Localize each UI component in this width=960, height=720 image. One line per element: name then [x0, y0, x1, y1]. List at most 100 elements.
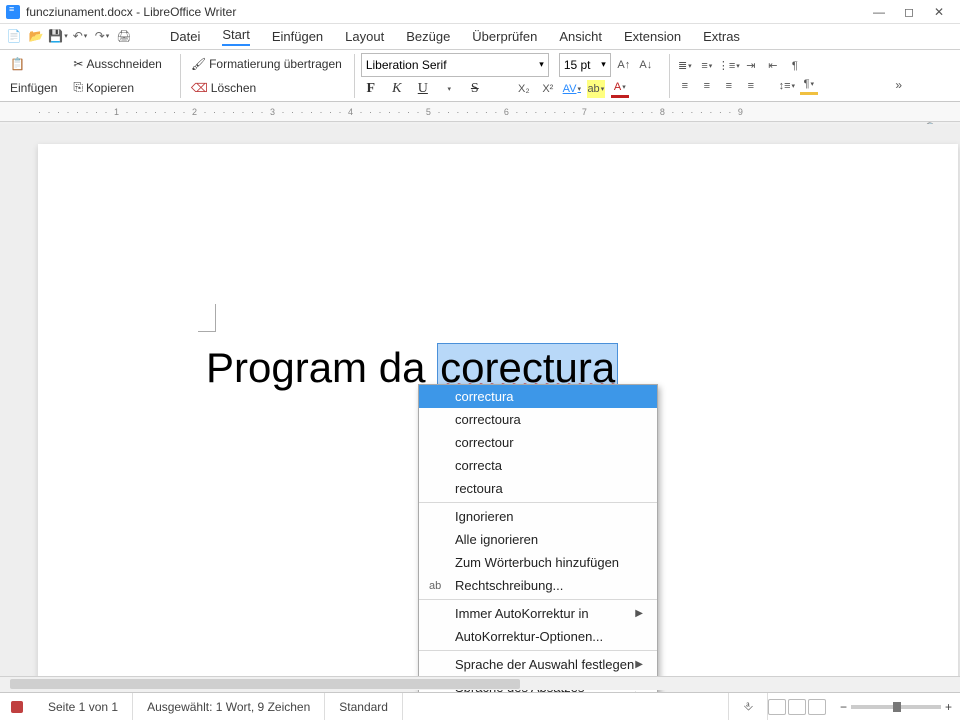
copy-button[interactable]: ⎘ Kopieren: [69, 77, 138, 99]
print-icon[interactable]: 🖨: [114, 27, 134, 45]
spellcheck-icon: ab: [429, 580, 441, 592]
save-icon[interactable]: 💾: [48, 27, 68, 45]
suggestion-item[interactable]: rectoura: [419, 477, 657, 500]
paste-button[interactable]: 📋: [6, 53, 29, 75]
zoom-thumb[interactable]: [893, 702, 901, 712]
zoom-track[interactable]: [851, 705, 941, 709]
menu-bezuege[interactable]: Bezüge: [406, 29, 450, 44]
undo-icon[interactable]: ↶: [70, 27, 90, 45]
paste-icon: 📋: [10, 57, 25, 71]
add-to-dictionary-item[interactable]: Zum Wörterbuch hinzufügen: [419, 551, 657, 574]
zoom-in-icon[interactable]: +: [945, 700, 952, 714]
zoom-out-icon[interactable]: −: [840, 700, 847, 714]
horizontal-ruler[interactable]: · · · · · · · · 1 · · · · · · · 2 · · · …: [0, 102, 960, 122]
line-spacing-button[interactable]: ↕≡: [778, 77, 796, 95]
new-doc-icon[interactable]: 📄: [4, 27, 24, 45]
insert-mode-cell[interactable]: ⎀: [728, 693, 768, 720]
ignore-all-item[interactable]: Alle ignorieren: [419, 528, 657, 551]
view-multi-page-button[interactable]: [788, 699, 806, 715]
title-bar: funcziunament.docx - LibreOffice Writer …: [0, 0, 960, 24]
align-center-button[interactable]: ≡: [698, 77, 716, 95]
italic-button[interactable]: K: [387, 79, 407, 99]
submenu-arrow-icon: ▶: [635, 608, 643, 619]
clone-formatting-label: Formatierung übertragen: [209, 57, 342, 71]
subscript-button[interactable]: X₂: [515, 80, 533, 98]
cut-button[interactable]: ✂ Ausschneiden: [69, 53, 165, 75]
ignore-item[interactable]: Ignorieren: [419, 505, 657, 528]
align-justify-button[interactable]: ≡: [742, 77, 760, 95]
autocorrect-in-item[interactable]: Immer AutoKorrektur in▶: [419, 602, 657, 625]
suggestion-item[interactable]: correctour: [419, 431, 657, 454]
redo-icon[interactable]: ↷: [92, 27, 112, 45]
menu-ansicht[interactable]: Ansicht: [559, 29, 602, 44]
suggestion-item[interactable]: correcta: [419, 454, 657, 477]
copy-label: Kopieren: [86, 81, 134, 95]
view-single-page-button[interactable]: [768, 699, 786, 715]
underline-button[interactable]: U: [413, 79, 433, 99]
clear-formatting-button[interactable]: ⌫ Löschen: [187, 77, 260, 99]
outline-list-button[interactable]: ⋮≡: [720, 57, 738, 75]
menu-extras[interactable]: Extras: [703, 29, 740, 44]
spellcheck-context-menu: correctura correctoura correctour correc…: [418, 384, 658, 715]
font-name-value: Liberation Serif: [366, 58, 447, 72]
horizontal-scrollbar[interactable]: [0, 676, 960, 690]
zoom-slider[interactable]: − +: [840, 700, 952, 714]
toolbar-overflow-icon[interactable]: »: [895, 78, 902, 92]
selection-info-cell: Ausgewählt: 1 Wort, 9 Zeichen: [133, 693, 325, 720]
close-button[interactable]: ✕: [924, 5, 954, 19]
view-book-button[interactable]: [808, 699, 826, 715]
page-style-cell[interactable]: Standard: [325, 693, 403, 720]
superscript-button[interactable]: X²: [539, 80, 557, 98]
grow-font-button[interactable]: A↑: [615, 56, 633, 74]
text-prefix: Program da: [206, 344, 437, 391]
autocorrect-options-item[interactable]: AutoKorrektur-Optionen...: [419, 625, 657, 648]
align-left-button[interactable]: ≡: [676, 77, 694, 95]
align-right-button[interactable]: ≡: [720, 77, 738, 95]
shrink-font-button[interactable]: A↓: [637, 56, 655, 74]
suggestion-item[interactable]: correctura: [419, 385, 657, 408]
clone-formatting-button[interactable]: 🖌 Formatierung übertragen: [187, 53, 346, 75]
font-size-select[interactable]: 15 pt ▾: [559, 53, 611, 77]
document-icon: [6, 5, 20, 19]
menu-start[interactable]: Start: [222, 27, 249, 46]
increase-indent-button[interactable]: ⇥: [742, 57, 760, 75]
menu-ueberpruefen[interactable]: Überprüfen: [472, 29, 537, 44]
decrease-indent-button[interactable]: ⇤: [764, 57, 782, 75]
modified-icon[interactable]: [10, 700, 24, 714]
char-format-button[interactable]: AV: [563, 80, 581, 98]
menu-bar: Datei Start Einfügen Layout Bezüge Überp…: [0, 24, 960, 50]
open-icon[interactable]: 📂: [26, 27, 46, 45]
font-color-button[interactable]: A: [611, 80, 629, 98]
eraser-icon: ⌫: [191, 81, 208, 95]
formatting-marks-button[interactable]: ¶: [786, 57, 804, 75]
underline-options[interactable]: [439, 79, 459, 99]
submenu-arrow-icon: ▶: [635, 659, 643, 670]
font-name-select[interactable]: Liberation Serif ▾: [361, 53, 549, 77]
cut-label: Ausschneiden: [86, 57, 161, 71]
spellcheck-item[interactable]: abRechtschreibung...: [419, 574, 657, 597]
suggestion-item[interactable]: correctoura: [419, 408, 657, 431]
menu-extension[interactable]: Extension: [624, 29, 681, 44]
page-number-cell[interactable]: Seite 1 von 1: [34, 693, 133, 720]
strikethrough-button[interactable]: S: [465, 79, 485, 99]
highlight-button[interactable]: ab: [587, 80, 605, 98]
number-list-button[interactable]: ≡: [698, 57, 716, 75]
minimize-button[interactable]: —: [864, 5, 894, 19]
copy-icon: ⎘: [73, 80, 83, 95]
menu-layout[interactable]: Layout: [345, 29, 384, 44]
menu-einfuegen[interactable]: Einfügen: [272, 29, 323, 44]
menu-datei[interactable]: Datei: [170, 29, 200, 44]
lang-selection-item[interactable]: Sprache der Auswahl festlegen▶: [419, 653, 657, 676]
cursor-indicator: [198, 304, 216, 332]
paste-label[interactable]: Einfügen: [6, 77, 61, 99]
paragraph-color-button[interactable]: ¶: [800, 77, 818, 95]
bold-button[interactable]: F: [361, 79, 381, 99]
bullet-list-button[interactable]: ≣: [676, 57, 694, 75]
chevron-down-icon: ▾: [601, 59, 606, 70]
font-size-value: 15 pt: [564, 58, 591, 72]
scissors-icon: ✂: [73, 57, 83, 71]
window-title: funcziunament.docx - LibreOffice Writer: [26, 5, 236, 19]
toolbar: 📋 Einfügen ✂ Ausschneiden ⎘ Kopieren 🖌 F…: [0, 50, 960, 102]
scrollbar-thumb[interactable]: [10, 679, 520, 689]
maximize-button[interactable]: ◻: [894, 5, 924, 19]
